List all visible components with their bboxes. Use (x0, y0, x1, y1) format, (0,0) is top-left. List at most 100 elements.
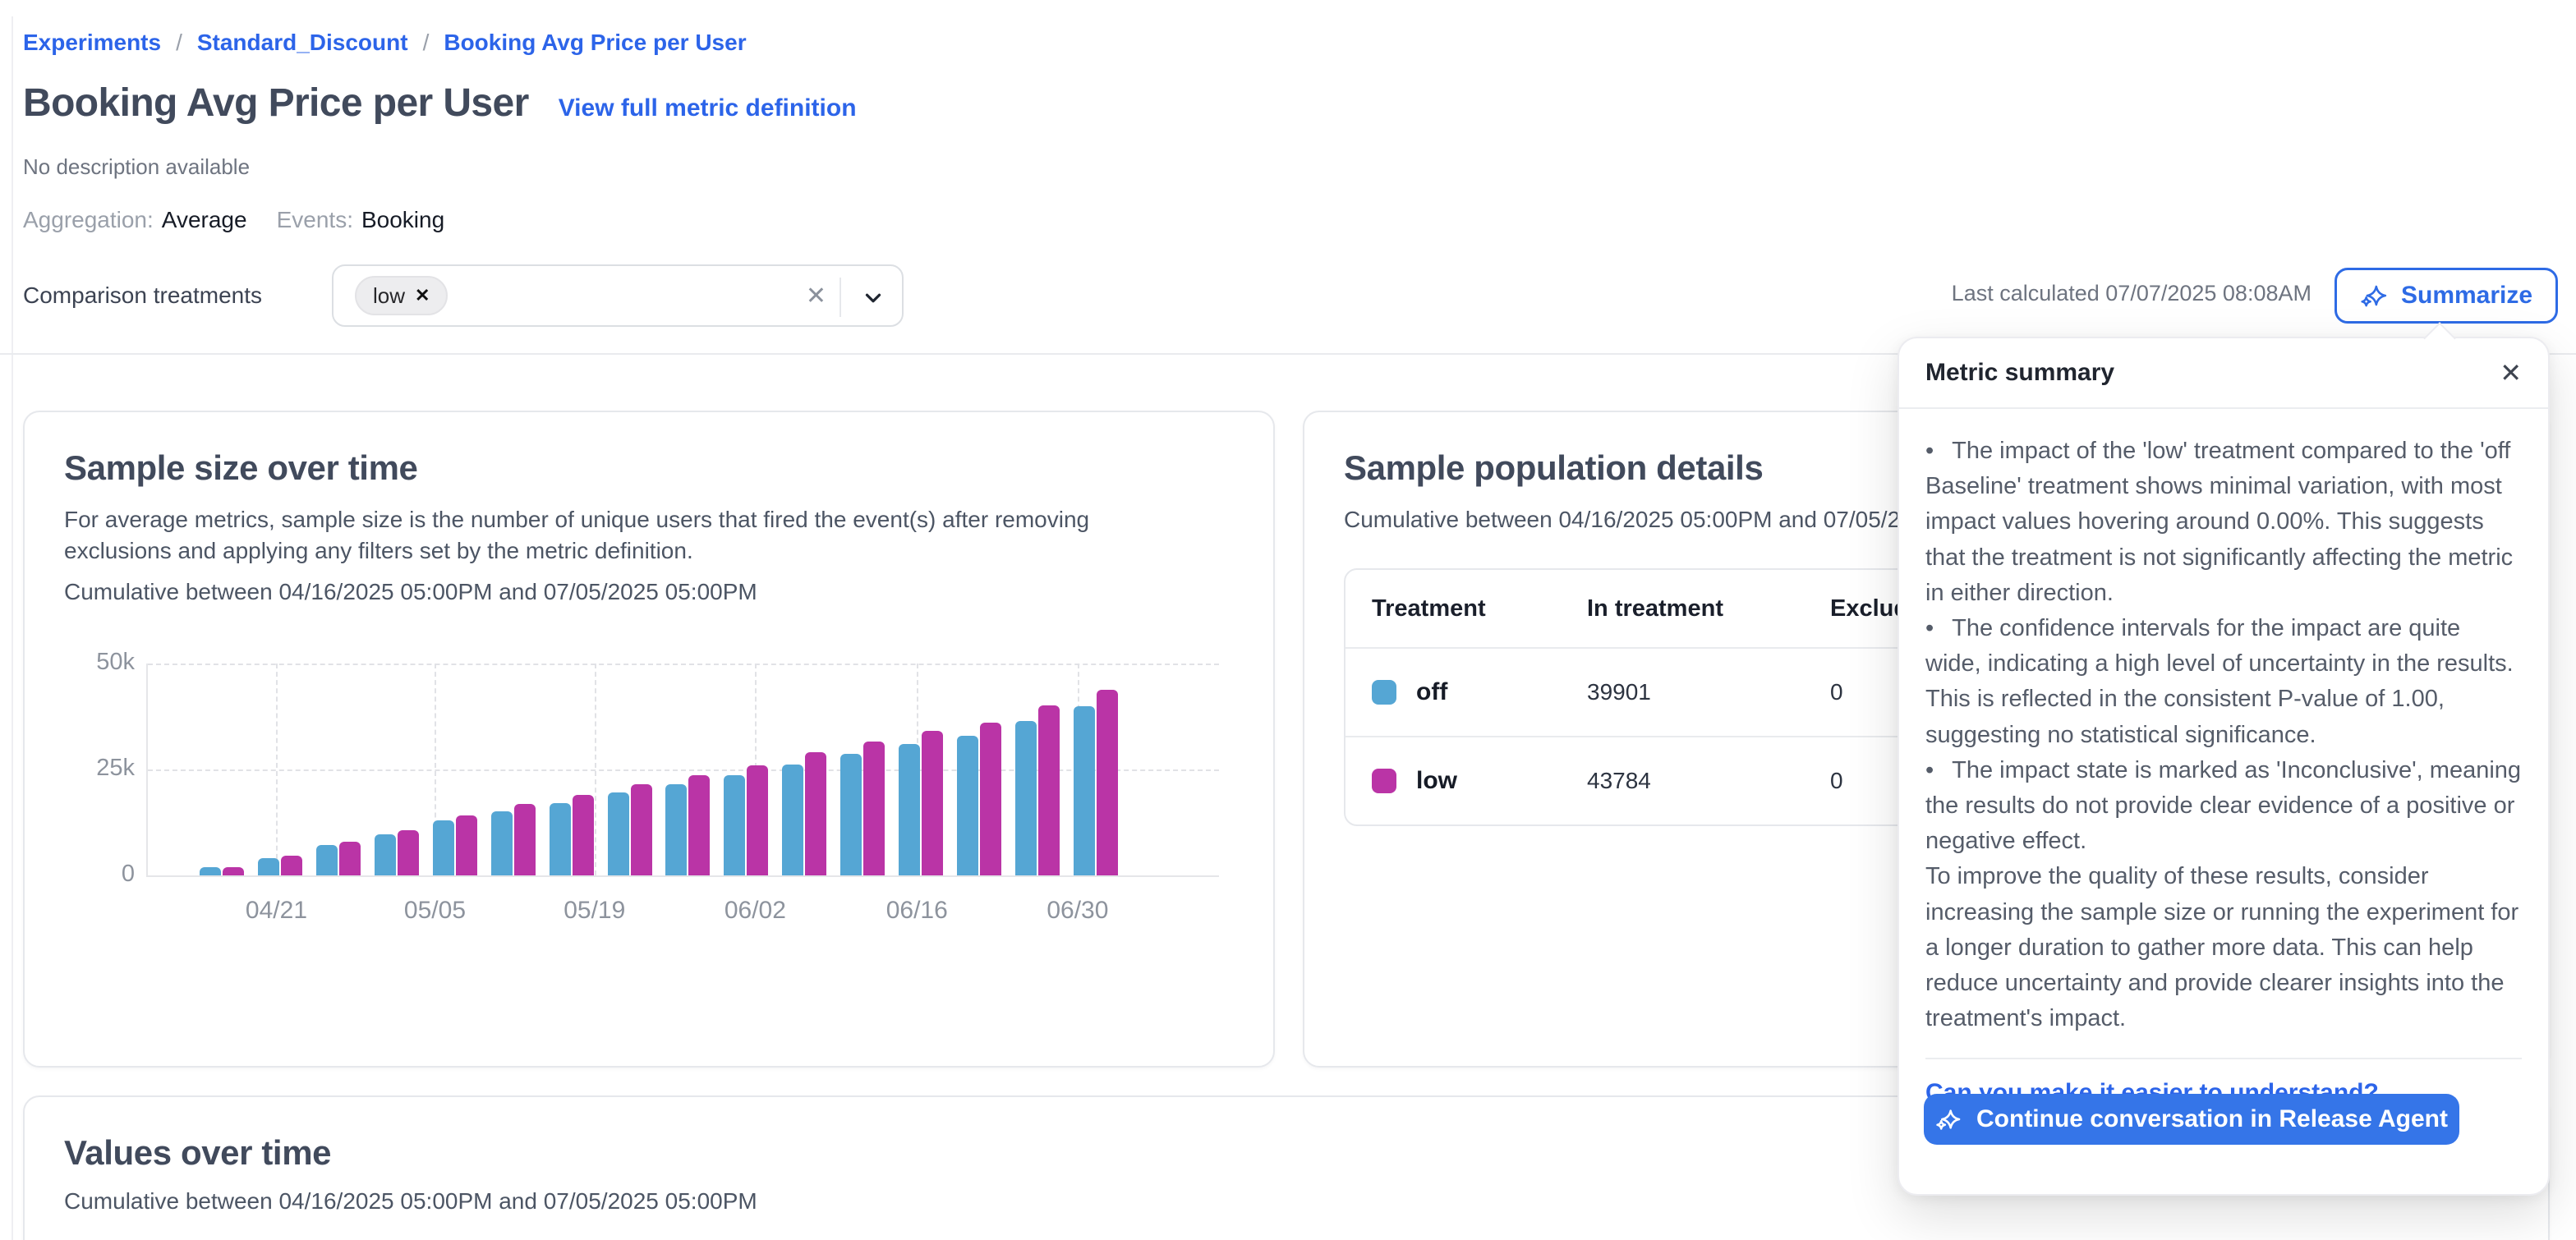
treatment-tag-low[interactable]: low ✕ (355, 276, 448, 315)
breadcrumb-separator: / (423, 30, 430, 56)
bar-low (281, 856, 302, 875)
view-metric-definition-link[interactable]: View full metric definition (559, 94, 857, 122)
sample-size-description: For average metrics, sample size is the … (64, 504, 1089, 567)
events-label: Events: (277, 207, 353, 232)
clear-selection-icon[interactable]: ✕ (806, 282, 826, 310)
sample-population-title: Sample population details (1344, 448, 1763, 488)
bar-off (433, 820, 454, 875)
metric-meta-row: Aggregation: Average Events: Booking (23, 207, 444, 233)
sample-size-date-range: Cumulative between 04/16/2025 05:00PM an… (64, 576, 757, 608)
chevron-down-icon[interactable] (861, 286, 886, 310)
sample-size-plot: 04/2105/0505/1906/0206/1606/30025k50k (146, 664, 1219, 877)
sparkles-icon (2360, 282, 2388, 310)
bar-off (258, 858, 279, 875)
metric-description: No description available (23, 154, 250, 180)
x-tick-label: 05/19 (564, 897, 625, 925)
bar-off (724, 775, 745, 875)
summarize-button[interactable]: Summarize (2334, 268, 2558, 324)
bar-low (1038, 705, 1060, 875)
in-treatment-value: 39901 (1587, 679, 1830, 705)
summary-bullet: The confidence intervals for the impact … (1925, 611, 2522, 753)
y-tick-label: 25k (69, 755, 135, 782)
comparison-treatments-select[interactable]: low ✕ ✕ (332, 264, 904, 327)
aggregation-value: Average (162, 207, 247, 232)
grid-hline (148, 664, 1219, 665)
treatment-name: low (1416, 767, 1457, 795)
x-tick-label: 06/02 (724, 897, 786, 925)
bar-off (1074, 706, 1095, 875)
treatment-swatch-low (1372, 769, 1396, 793)
bar-low (631, 784, 652, 875)
x-tick-label: 06/16 (886, 897, 948, 925)
bar-off (1015, 721, 1037, 875)
breadcrumb: Experiments / Standard_Discount / Bookin… (23, 30, 747, 56)
y-tick-label: 0 (69, 861, 135, 888)
x-tick-label: 04/21 (246, 897, 307, 925)
title-row: Booking Avg Price per User View full met… (23, 80, 857, 126)
x-tick-label: 06/30 (1046, 897, 1108, 925)
bar-off (550, 803, 571, 875)
events-value: Booking (361, 207, 444, 232)
bar-low (980, 723, 1001, 875)
breadcrumb-metric-name[interactable]: Booking Avg Price per User (444, 30, 746, 56)
bar-low (747, 765, 768, 875)
panel-title: Metric summary (1925, 359, 2114, 387)
bar-low (514, 804, 536, 875)
bar-low (863, 742, 885, 875)
bar-low (922, 731, 943, 875)
values-over-time-date-range: Cumulative between 04/16/2025 05:00PM an… (64, 1186, 757, 1217)
breadcrumb-experiment-name[interactable]: Standard_Discount (197, 30, 408, 56)
values-over-time-title: Values over time (64, 1133, 331, 1173)
bar-off (782, 765, 803, 875)
x-tick-label: 05/05 (404, 897, 466, 925)
last-calculated-text: Last calculated 07/07/2025 08:08AM (1952, 281, 2312, 306)
page-title: Booking Avg Price per User (23, 80, 529, 126)
breadcrumb-separator: / (176, 30, 182, 56)
summary-bullet: The impact state is marked as 'Inconclus… (1925, 753, 2522, 860)
summary-bullet: The impact of the 'low' treatment compar… (1925, 434, 2522, 611)
bar-low (339, 842, 361, 875)
breadcrumb-experiments[interactable]: Experiments (23, 30, 161, 56)
bar-off (375, 834, 396, 875)
sample-size-title: Sample size over time (64, 448, 417, 488)
y-tick-label: 50k (69, 649, 135, 676)
select-divider (840, 278, 841, 317)
bar-low (688, 775, 710, 875)
bar-off (899, 744, 920, 875)
bar-low (223, 867, 244, 875)
panel-header: Metric summary ✕ (1899, 338, 2548, 409)
sparkles-icon (1935, 1106, 1962, 1132)
panel-divider (1925, 1058, 2522, 1059)
bar-off (608, 792, 629, 875)
treatment-tag-label: low (373, 283, 405, 309)
bar-off (665, 784, 687, 875)
bar-off (200, 867, 221, 875)
bar-low (1097, 690, 1118, 875)
aggregation-label: Aggregation: (23, 207, 154, 232)
summary-paragraph: To improve the quality of these results,… (1925, 859, 2522, 1036)
bar-low (456, 815, 477, 875)
col-in-treatment: In treatment (1587, 595, 1830, 622)
cta-label: Continue conversation in Release Agent (1976, 1105, 2448, 1133)
bar-low (573, 795, 594, 875)
col-treatment: Treatment (1372, 595, 1587, 622)
sample-size-card: Sample size over time For average metric… (23, 411, 1275, 1068)
metric-summary-panel: Metric summary ✕ The impact of the 'low'… (1898, 337, 2550, 1196)
panel-body: The impact of the 'low' treatment compar… (1899, 409, 2548, 1036)
metric-detail-page: Experiments / Standard_Discount / Bookin… (0, 0, 2576, 1240)
bar-off (840, 754, 862, 875)
app-shell-edge (12, 16, 13, 1240)
in-treatment-value: 43784 (1587, 768, 1830, 794)
continue-release-agent-button[interactable]: Continue conversation in Release Agent (1924, 1094, 2459, 1145)
remove-tag-icon[interactable]: ✕ (415, 285, 430, 306)
summarize-label: Summarize (2401, 282, 2532, 310)
bar-off (491, 811, 513, 875)
bar-low (805, 752, 826, 875)
treatment-swatch-off (1372, 680, 1396, 705)
comparison-treatments-label: Comparison treatments (23, 282, 262, 309)
close-icon[interactable]: ✕ (2500, 360, 2522, 386)
bar-low (398, 830, 419, 875)
bar-off (316, 845, 338, 875)
bar-off (957, 736, 978, 875)
treatment-name: off (1416, 678, 1447, 706)
